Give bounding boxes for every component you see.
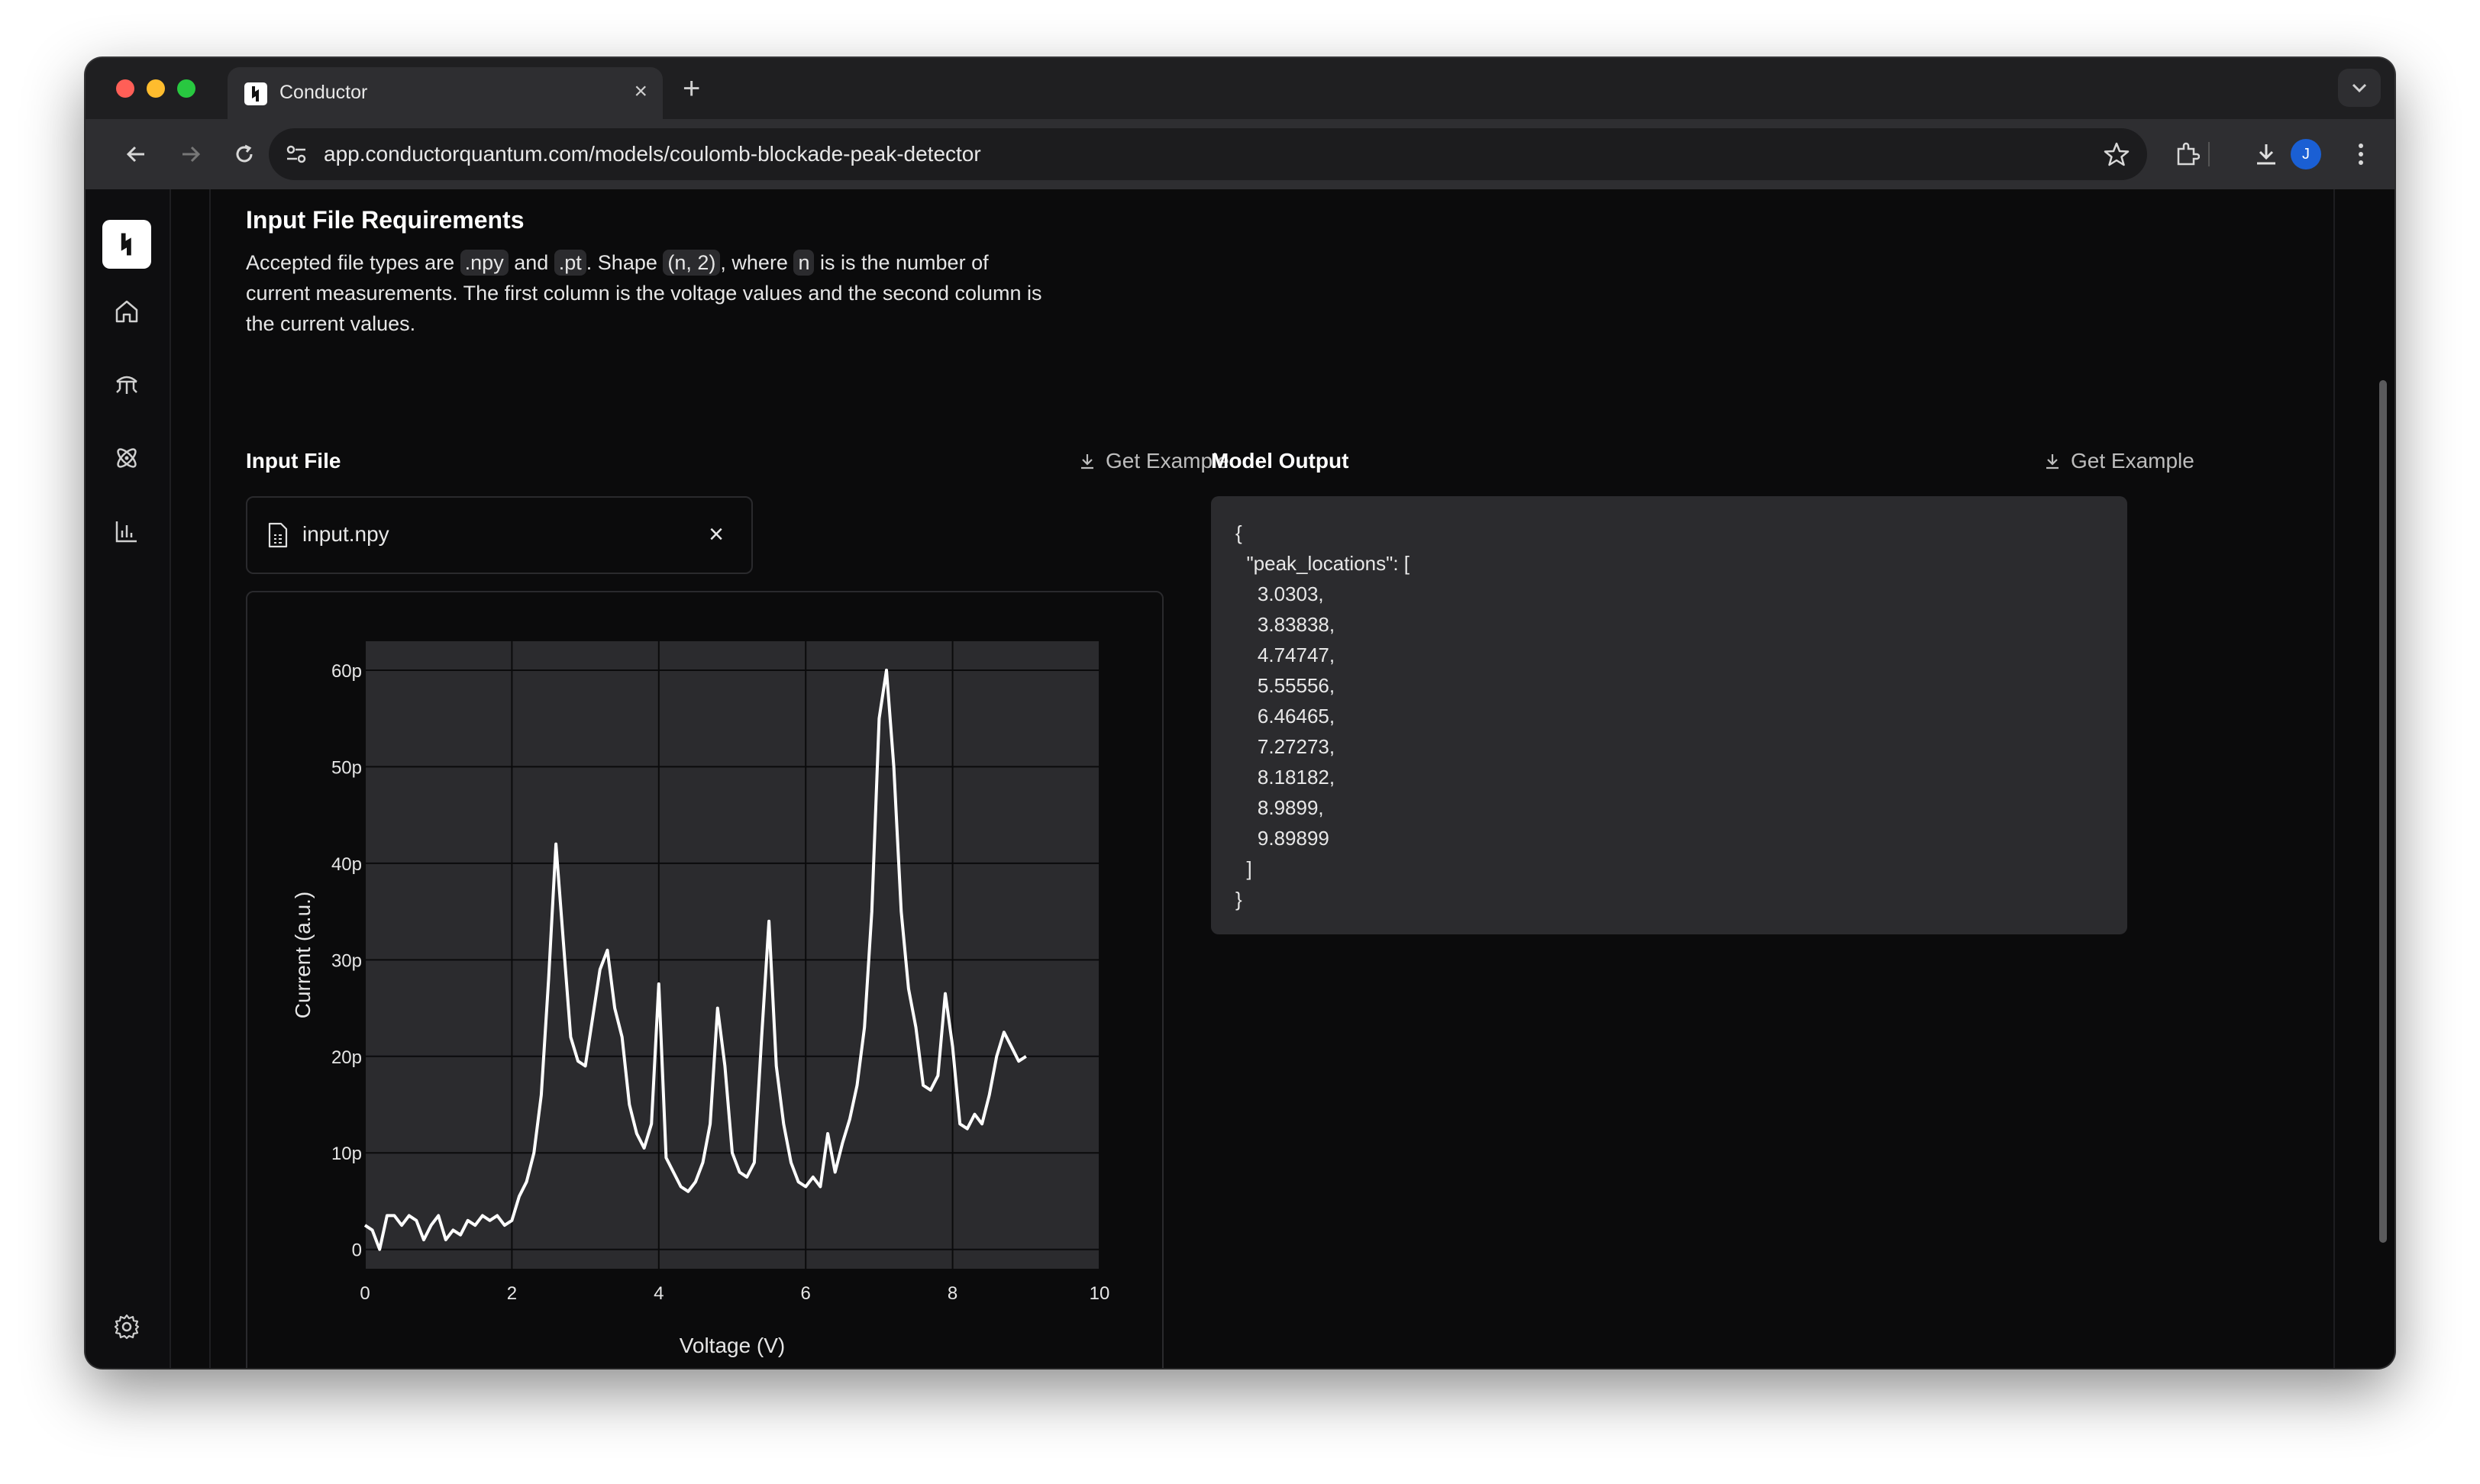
model-output-label: Model Output [1211, 449, 1349, 473]
sidebar-item-models[interactable] [111, 369, 142, 400]
more-vertical-icon [2359, 144, 2363, 165]
x-tick-label: 2 [507, 1283, 517, 1304]
bookmark-star-icon[interactable] [2103, 140, 2130, 168]
sidebar-item-analytics[interactable] [111, 516, 142, 547]
output-get-example-label: Get Example [2071, 449, 2194, 473]
download-icon [2257, 144, 2275, 165]
tab-search-button[interactable] [2338, 69, 2381, 107]
reload-icon [236, 144, 253, 163]
browser-tab-conductor[interactable]: Conductor × [228, 67, 663, 119]
sidebar-item-settings[interactable] [111, 1311, 142, 1342]
x-axis-label: Voltage (V) [680, 1334, 786, 1357]
y-tick-label: 30p [331, 950, 362, 971]
x-tick-label: 8 [948, 1283, 957, 1304]
address-bar[interactable]: app.conductorquantum.com/models/coulomb-… [269, 128, 2147, 180]
y-tick-label: 60p [331, 661, 362, 682]
x-tick-label: 10 [1090, 1283, 1110, 1304]
url-text: app.conductorquantum.com/models/coulomb-… [324, 142, 981, 166]
app-sidebar [86, 189, 171, 1368]
chevron-down-icon [2352, 83, 2367, 93]
arrow-right-icon [182, 146, 201, 163]
browser-toolbar: app.conductorquantum.com/models/coulomb-… [86, 119, 2394, 189]
output-get-example-button[interactable]: Get Example [2043, 449, 2194, 473]
gear-icon [114, 1314, 140, 1340]
requirements-title: Input File Requirements [246, 206, 525, 234]
input-get-example-button[interactable]: Get Example [1078, 449, 1229, 473]
downloads-button[interactable] [2249, 137, 2283, 171]
current-voltage-chart: 0 2 4 6 8 10 0 10p 20p 30p 40p 50p 60p Voltage (V) Cur… [291, 641, 1110, 1357]
browser-menu-button[interactable] [2344, 137, 2378, 171]
home-icon [115, 300, 138, 323]
extensions-button[interactable] [2170, 137, 2204, 171]
req-text-2: and [508, 251, 554, 274]
code-shape: (n, 2) [663, 250, 721, 276]
file-icon [268, 522, 288, 548]
tab-title: Conductor [279, 82, 368, 103]
remove-file-button[interactable]: × [709, 516, 724, 553]
y-axis-label: Current (a.u.) [291, 892, 315, 1019]
input-file-name: input.npy [302, 522, 389, 546]
minimize-window-button[interactable] [147, 79, 165, 98]
reload-button[interactable] [228, 137, 261, 171]
page-content: Input File Requirements Accepted file ty… [86, 189, 2394, 1368]
content-divider-right [2333, 189, 2335, 1368]
back-button[interactable] [119, 137, 153, 171]
models-icon [116, 376, 137, 394]
arrow-left-icon [126, 146, 144, 163]
y-tick-label: 50p [331, 757, 362, 778]
y-tick-label: 40p [331, 854, 362, 875]
y-tick-label: 20p [331, 1047, 362, 1068]
x-tick-label: 6 [801, 1283, 811, 1304]
new-tab-button[interactable]: + [683, 66, 700, 111]
x-tick-label: 4 [654, 1283, 664, 1304]
toolbar-separator [2208, 142, 2210, 166]
close-window-button[interactable] [116, 79, 134, 98]
model-output-json: { "peak_locations": [ 3.0303, 3.83838, 4… [1235, 521, 1410, 911]
profile-avatar[interactable]: J [2291, 139, 2321, 169]
puzzle-icon [2177, 142, 2200, 166]
download-icon [2046, 454, 2059, 469]
tab-strip: Conductor × + [86, 58, 2394, 119]
sidebar-item-home[interactable] [111, 296, 142, 327]
input-file-label: Input File [246, 449, 341, 473]
code-npy: .npy [460, 250, 509, 276]
req-text-1: Accepted file types are [246, 251, 460, 274]
y-tick-label: 10p [331, 1144, 362, 1164]
input-chart-panel: 0 2 4 6 8 10 0 10p 20p 30p 40p 50p 60p Voltage (V) Cur… [246, 591, 1164, 1368]
download-icon [1081, 454, 1093, 469]
bar-chart-icon [115, 521, 137, 543]
plot-area [365, 641, 1100, 1269]
tab-close-button[interactable]: × [634, 78, 647, 105]
maximize-window-button[interactable] [177, 79, 195, 98]
req-text-4: , where [720, 251, 794, 274]
content-divider-left [209, 189, 211, 1368]
site-settings-icon[interactable] [283, 140, 310, 168]
requirements-text: Accepted file types are .npy and .pt. Sh… [246, 247, 1048, 339]
atom-icon [117, 448, 137, 468]
conductor-logo-icon[interactable] [102, 220, 151, 269]
code-pt: .pt [554, 250, 586, 276]
code-n: n [793, 250, 815, 276]
input-file-chip[interactable]: input.npy × [246, 496, 753, 574]
browser-window: Conductor × + app.conductorquantum.com/m… [86, 58, 2394, 1368]
req-text-3: . Shape [586, 251, 664, 274]
x-tick-label: 0 [360, 1283, 370, 1304]
page-scrollbar[interactable] [2379, 380, 2387, 1243]
conductor-logo-icon [244, 82, 267, 105]
forward-button[interactable] [174, 137, 208, 171]
model-output-panel: { "peak_locations": [ 3.0303, 3.83838, 4… [1211, 496, 2127, 934]
sidebar-item-quantum[interactable] [111, 443, 142, 473]
y-tick-label: 0 [352, 1240, 362, 1261]
